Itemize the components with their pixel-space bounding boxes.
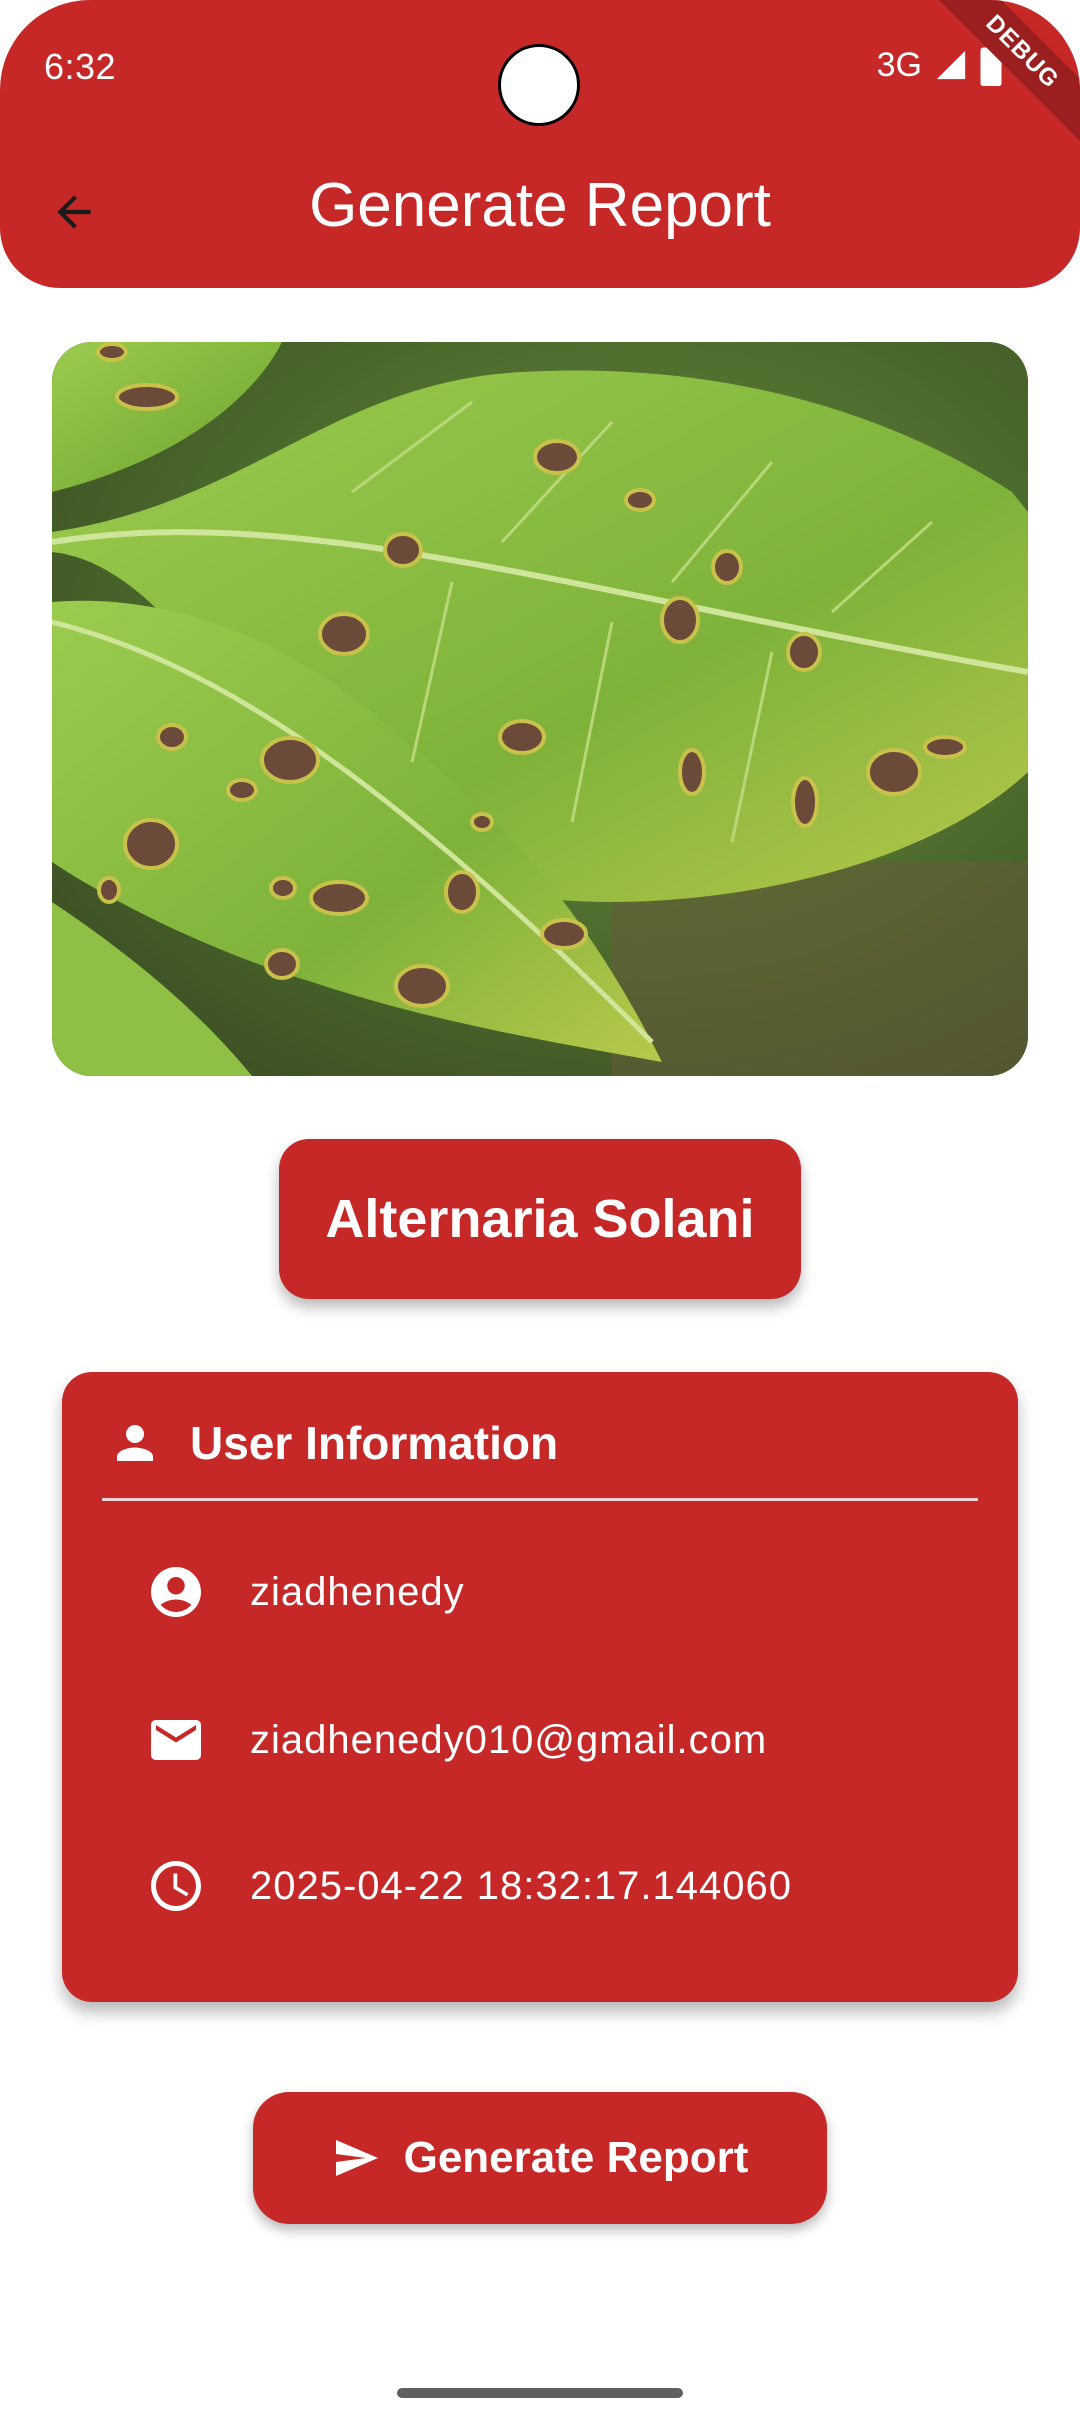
status-icons: 3G [877, 44, 1002, 86]
card-title: User Information [190, 1417, 559, 1469]
username-value: ziadhenedy [250, 1569, 465, 1614]
page-title: Generate Report [309, 171, 771, 240]
username-row: ziadhenedy [146, 1562, 465, 1622]
email-row: ziadhenedy010@gmail.com [146, 1710, 767, 1770]
screen: 6:32 3G DEBUG Generate Report Alternaria… [0, 0, 1080, 2424]
network-type: 3G [876, 45, 922, 84]
leaf-photo [52, 342, 1028, 1076]
timestamp-value: 2025-04-22 18:32:17.144060 [250, 1863, 793, 1908]
mail-icon [151, 1720, 201, 1760]
person-icon [117, 1425, 153, 1461]
account-circle-icon [151, 1567, 201, 1617]
generate-report-label: Generate Report [403, 2133, 749, 2182]
divider [102, 1498, 978, 1501]
app-bar: 6:32 3G DEBUG Generate Report [0, 0, 1080, 288]
generate-report-button[interactable]: Generate Report [253, 2092, 827, 2224]
disease-name-badge: Alternaria Solani [279, 1139, 801, 1299]
send-icon [335, 2140, 378, 2176]
signal-icon [936, 50, 966, 80]
home-indicator[interactable] [397, 2388, 683, 2398]
card-header: User Information [108, 1416, 558, 1470]
timestamp-row: 2025-04-22 18:32:17.144060 [146, 1856, 792, 1916]
leaf-illustration [52, 342, 1028, 1076]
camera-cutout [498, 44, 580, 126]
clock-icon [151, 1861, 201, 1911]
email-value: ziadhenedy010@gmail.com [250, 1717, 768, 1762]
user-information-card: User Information ziadhenedy ziadhenedy01… [62, 1372, 1018, 2002]
status-time: 6:32 [44, 46, 117, 87]
